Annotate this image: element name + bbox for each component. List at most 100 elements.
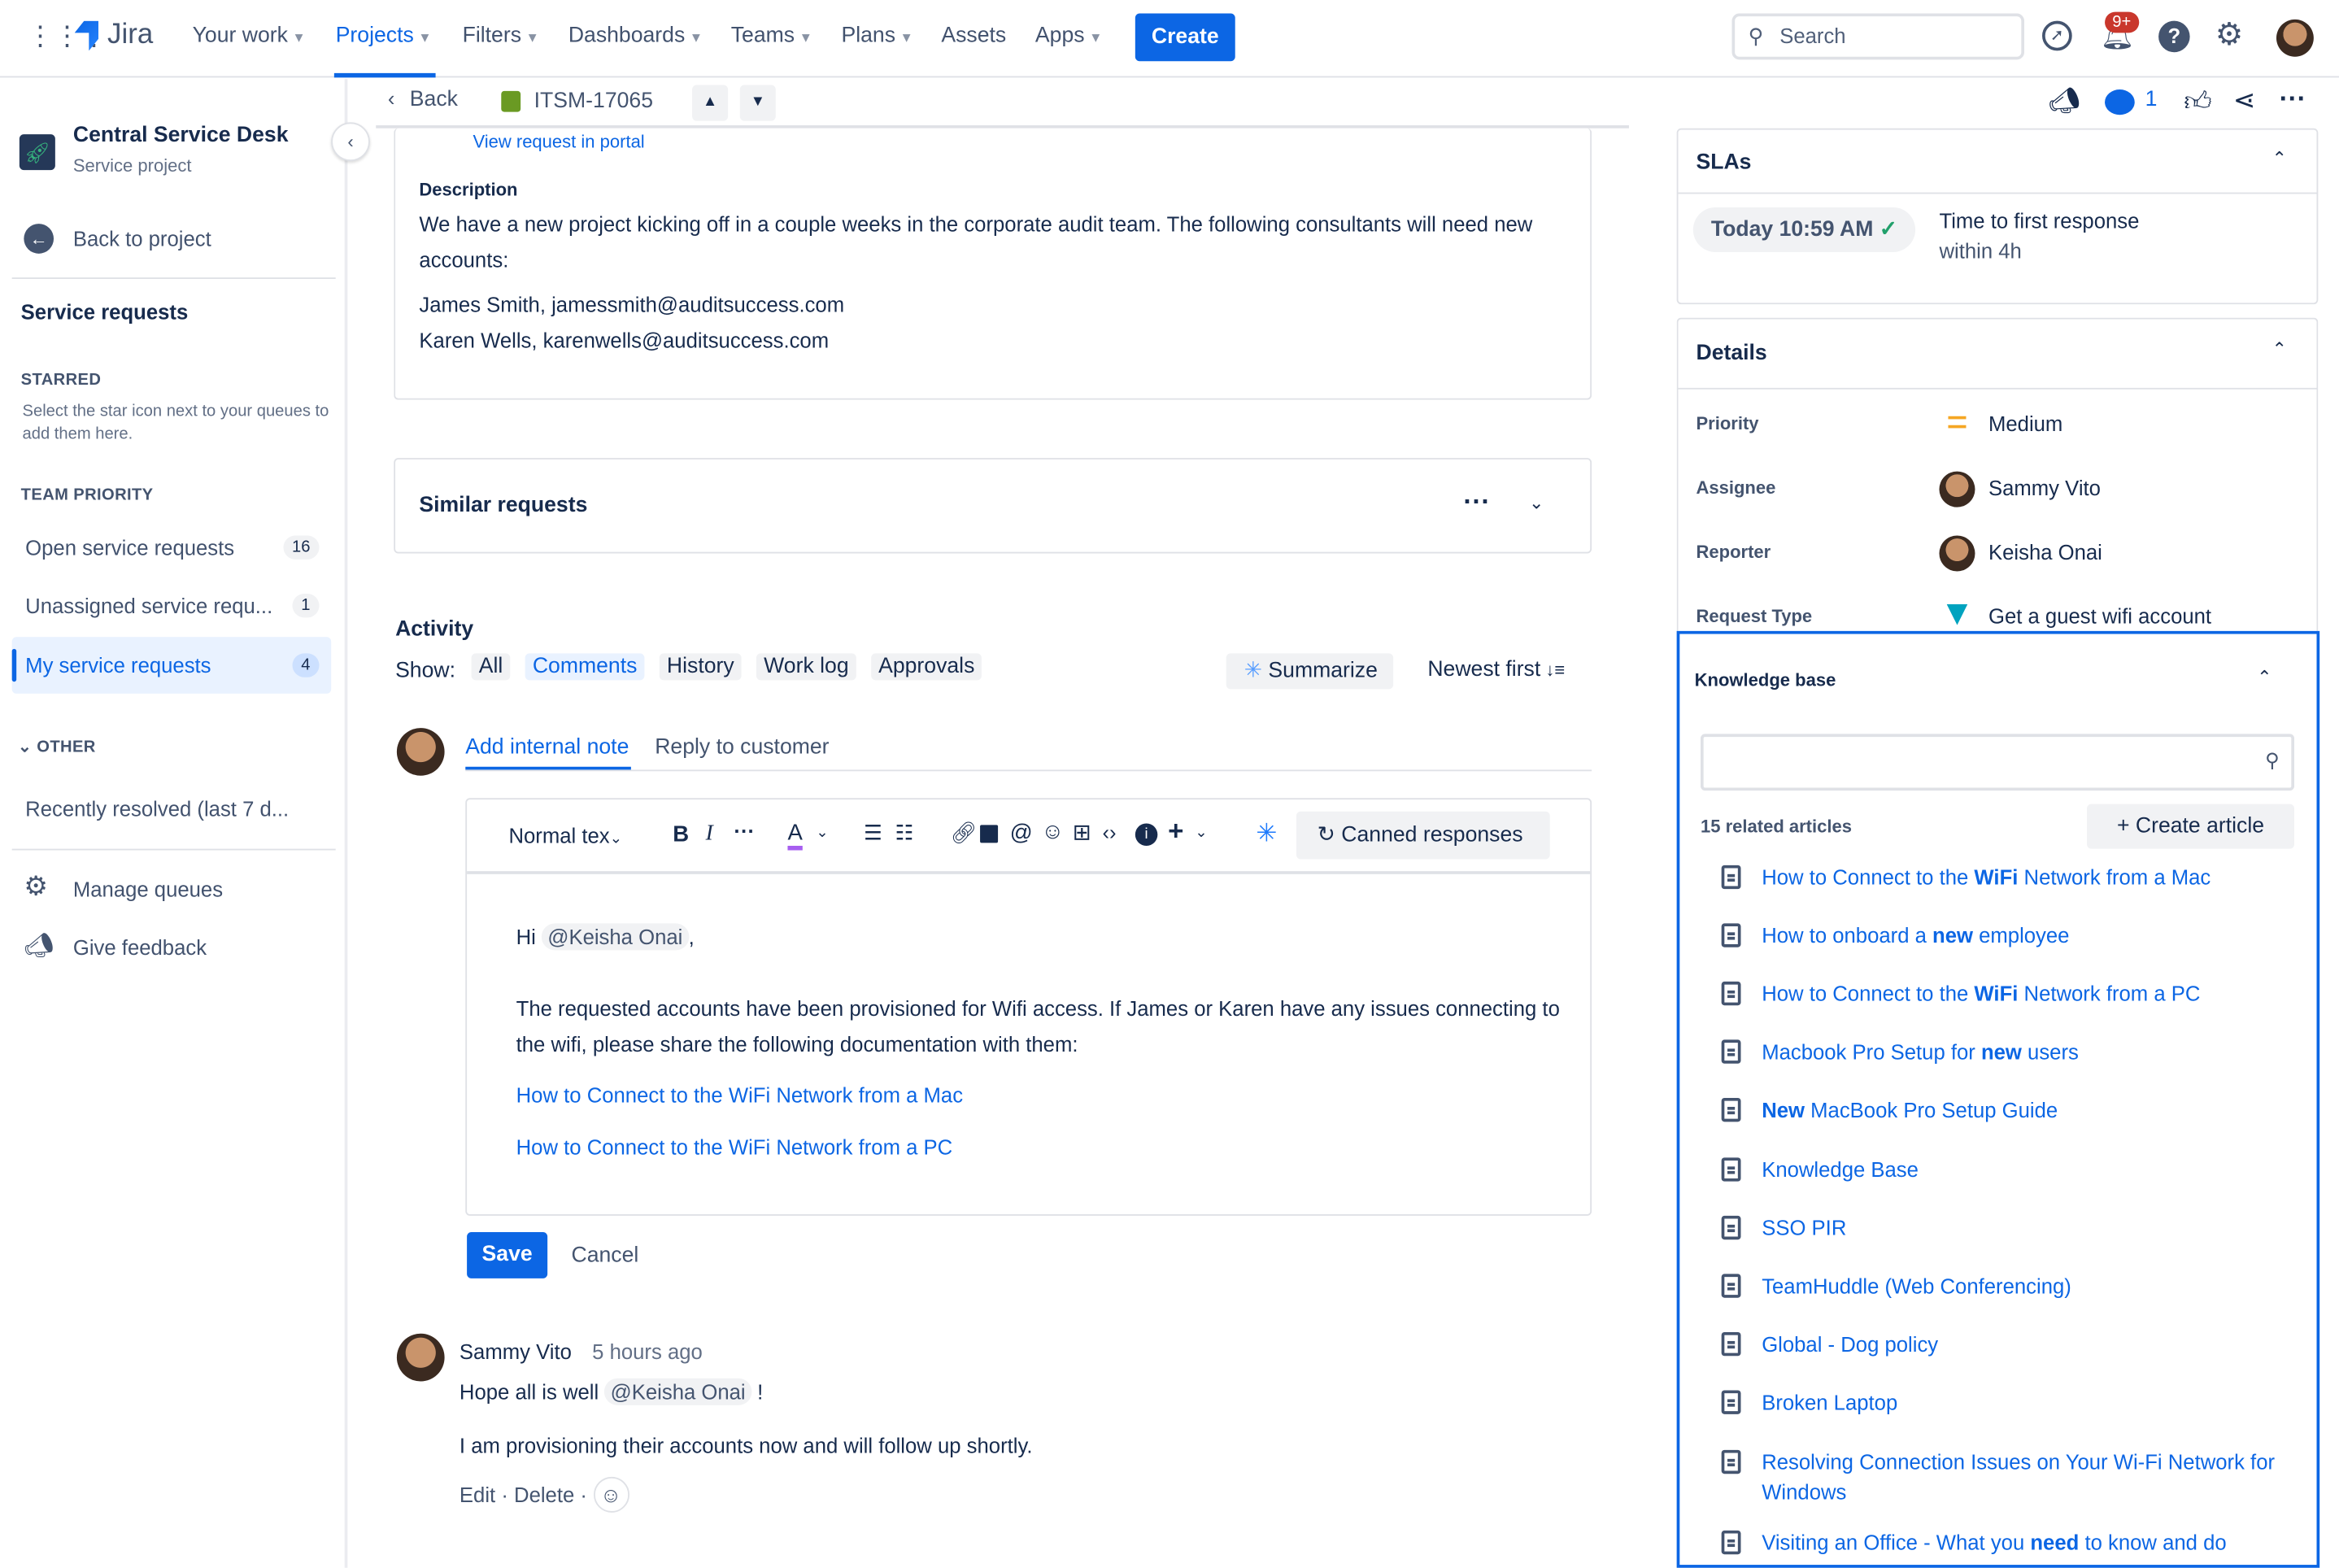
chevron-up-icon[interactable]: ⌃ <box>2271 338 2286 359</box>
mention-icon[interactable]: @ <box>1010 821 1033 846</box>
insert-plus-icon[interactable]: + <box>1168 816 1183 847</box>
view-request-in-portal-link[interactable]: View request in portal <box>473 131 644 152</box>
canned-responses-label: Canned responses <box>1341 823 1523 847</box>
next-issue-button[interactable]: ▼ <box>739 85 776 121</box>
nav-your-work[interactable]: Your work ▼ <box>193 24 306 47</box>
document-icon <box>1721 1449 1741 1474</box>
issue-key[interactable]: ITSM-17065 <box>534 89 653 113</box>
image-icon[interactable] <box>980 825 999 843</box>
filter-comments[interactable]: Comments <box>525 653 645 681</box>
comment-editor[interactable]: Normal tex⌄ B I ··· A ⌄ ☰ ☷ 🔗︎ @ ☺ ⊞ ‹› … <box>465 798 1592 1216</box>
previous-issue-button[interactable]: ▲ <box>692 85 729 121</box>
create-article-button[interactable]: + Create article <box>2087 804 2294 849</box>
cancel-button[interactable]: Cancel <box>571 1244 638 1268</box>
chevron-down-icon: ▼ <box>899 29 913 46</box>
comment-author: Sammy Vito <box>459 1339 572 1364</box>
request-type-value[interactable]: Get a guest wifi account <box>1988 604 2211 628</box>
collapse-sidebar-button[interactable]: ‹ <box>331 122 370 162</box>
article-title: Broken Laptop <box>1762 1390 1898 1414</box>
editor-link-pc[interactable]: How to Connect to the WiFi Network from … <box>516 1135 953 1159</box>
nav-projects[interactable]: Projects ▼ <box>336 24 432 47</box>
delete-comment-link[interactable]: Delete <box>514 1483 574 1506</box>
back-button[interactable]: ‹ Back <box>388 86 458 119</box>
queue-recently-resolved[interactable]: Recently resolved (last 7 d... <box>12 780 332 837</box>
italic-icon[interactable]: I <box>706 822 713 847</box>
service-requests-heading: Service requests <box>20 299 189 324</box>
document-icon <box>1721 1215 1741 1240</box>
nav-plans[interactable]: Plans ▼ <box>841 24 913 47</box>
ai-sparkle-icon[interactable]: ✳ <box>1256 819 1277 849</box>
article-title: Resolving Connection Issues on Your Wi-F… <box>1762 1449 2276 1504</box>
details-title: Details <box>1696 342 1767 366</box>
chevron-down-icon: ▼ <box>292 29 306 46</box>
summarize-button[interactable]: ✳ Summarize <box>1226 653 1393 690</box>
chevron-down-icon[interactable]: ⌄ <box>1529 492 1544 513</box>
numbered-list-icon[interactable]: ☷ <box>895 821 914 846</box>
tab-add-internal-note[interactable]: Add internal note <box>465 735 629 759</box>
compass-icon[interactable]: ➚ <box>2042 20 2072 51</box>
give-feedback-link[interactable]: 📣︎ Give feedback <box>12 928 332 967</box>
text-color-icon[interactable]: A <box>787 821 803 851</box>
reporter-label: Reporter <box>1696 541 1771 563</box>
filter-approvals[interactable]: Approvals <box>870 653 982 681</box>
similar-requests-panel[interactable]: Similar requests ··· ⌄ <box>394 458 1592 554</box>
bold-icon[interactable]: B <box>673 822 689 847</box>
help-icon[interactable]: ? <box>2158 20 2190 53</box>
more-formatting-icon[interactable]: ··· <box>734 819 755 843</box>
search-input[interactable]: ⚲ Search <box>1731 13 2025 60</box>
jira-logo-text[interactable]: Jira <box>107 20 153 52</box>
queue-open-service-requests[interactable]: Open service requests 16 <box>12 519 332 576</box>
thumbs-up-icon[interactable]: 👍︎ <box>2184 85 2212 118</box>
queue-unassigned-service-requests[interactable]: Unassigned service requ... 1 <box>12 577 332 634</box>
nav-dashboards[interactable]: Dashboards ▼ <box>568 24 703 47</box>
manage-queues-link[interactable]: ⚙ Manage queues <box>12 869 332 908</box>
chevron-down-icon[interactable]: ⌄ <box>1195 825 1207 841</box>
feedback-megaphone-icon[interactable]: 📣︎ <box>2048 86 2080 116</box>
filter-work-log[interactable]: Work log <box>756 653 856 681</box>
filter-history[interactable]: History <box>659 653 742 681</box>
nav-apps[interactable]: Apps ▼ <box>1035 24 1103 47</box>
code-icon[interactable]: ‹› <box>1102 821 1116 844</box>
text-style-dropdown[interactable]: Normal tex⌄ <box>508 823 622 847</box>
emoji-icon[interactable]: ☺ <box>1041 819 1064 844</box>
link-icon[interactable]: 🔗︎ <box>950 821 977 846</box>
table-icon[interactable]: ⊞ <box>1073 819 1091 846</box>
user-avatar[interactable] <box>2276 19 2314 57</box>
chevron-up-icon[interactable]: ⌃ <box>2257 667 2271 688</box>
create-button[interactable]: Create <box>1135 13 1235 62</box>
settings-gear-icon[interactable]: ⚙ <box>2215 16 2244 54</box>
reporter-value[interactable]: Keisha Onai <box>1988 540 2102 564</box>
chevron-down-icon[interactable]: ⌄ <box>816 825 828 841</box>
nav-assets[interactable]: Assets <box>941 24 1006 47</box>
back-to-project-link[interactable]: ← Back to project <box>12 218 332 259</box>
article-title: Knowledge Base <box>1762 1157 1919 1182</box>
share-icon[interactable]: ⋖ <box>2233 85 2256 117</box>
editor-link-mac[interactable]: How to Connect to the WiFi Network from … <box>516 1083 963 1107</box>
other-section-toggle[interactable]: ⌄ OTHER <box>18 737 96 756</box>
comment-author-avatar <box>396 1333 445 1382</box>
info-panel-icon[interactable]: i <box>1135 823 1158 846</box>
chevron-down-icon: ⌄ <box>609 830 623 847</box>
mention-chip[interactable]: @Keisha Onai <box>604 1378 751 1405</box>
bullet-list-icon[interactable]: ☰ <box>864 821 882 846</box>
more-actions-icon[interactable]: ··· <box>2280 84 2306 115</box>
assignee-value[interactable]: Sammy Vito <box>1988 476 2101 499</box>
save-button[interactable]: Save <box>467 1232 548 1278</box>
more-icon[interactable]: ··· <box>1463 486 1490 518</box>
priority-value[interactable]: Medium <box>1988 412 2062 435</box>
edit-comment-link[interactable]: Edit <box>460 1483 495 1506</box>
editor-body[interactable]: The requested accounts have been provisi… <box>516 991 1561 1062</box>
nav-filters[interactable]: Filters ▼ <box>463 24 539 47</box>
canned-responses-button[interactable]: ↻ Canned responses <box>1296 811 1550 860</box>
filter-all[interactable]: All <box>471 653 511 681</box>
add-reaction-icon[interactable]: ☺ <box>593 1476 629 1513</box>
knowledge-base-search-input[interactable]: ⚲ <box>1700 734 2294 791</box>
watch-eye-icon[interactable] <box>2105 89 2135 115</box>
queue-my-service-requests[interactable]: My service requests 4 <box>11 637 332 694</box>
sort-order-button[interactable]: Newest first ↓≡ <box>1427 658 1565 682</box>
nav-teams[interactable]: Teams ▼ <box>731 24 812 47</box>
tab-reply-to-customer[interactable]: Reply to customer <box>655 735 829 759</box>
mention-chip[interactable]: @Keisha Onai <box>542 923 689 951</box>
article-title: SSO PIR <box>1762 1215 1847 1240</box>
chevron-up-icon[interactable]: ⌃ <box>2271 148 2286 169</box>
